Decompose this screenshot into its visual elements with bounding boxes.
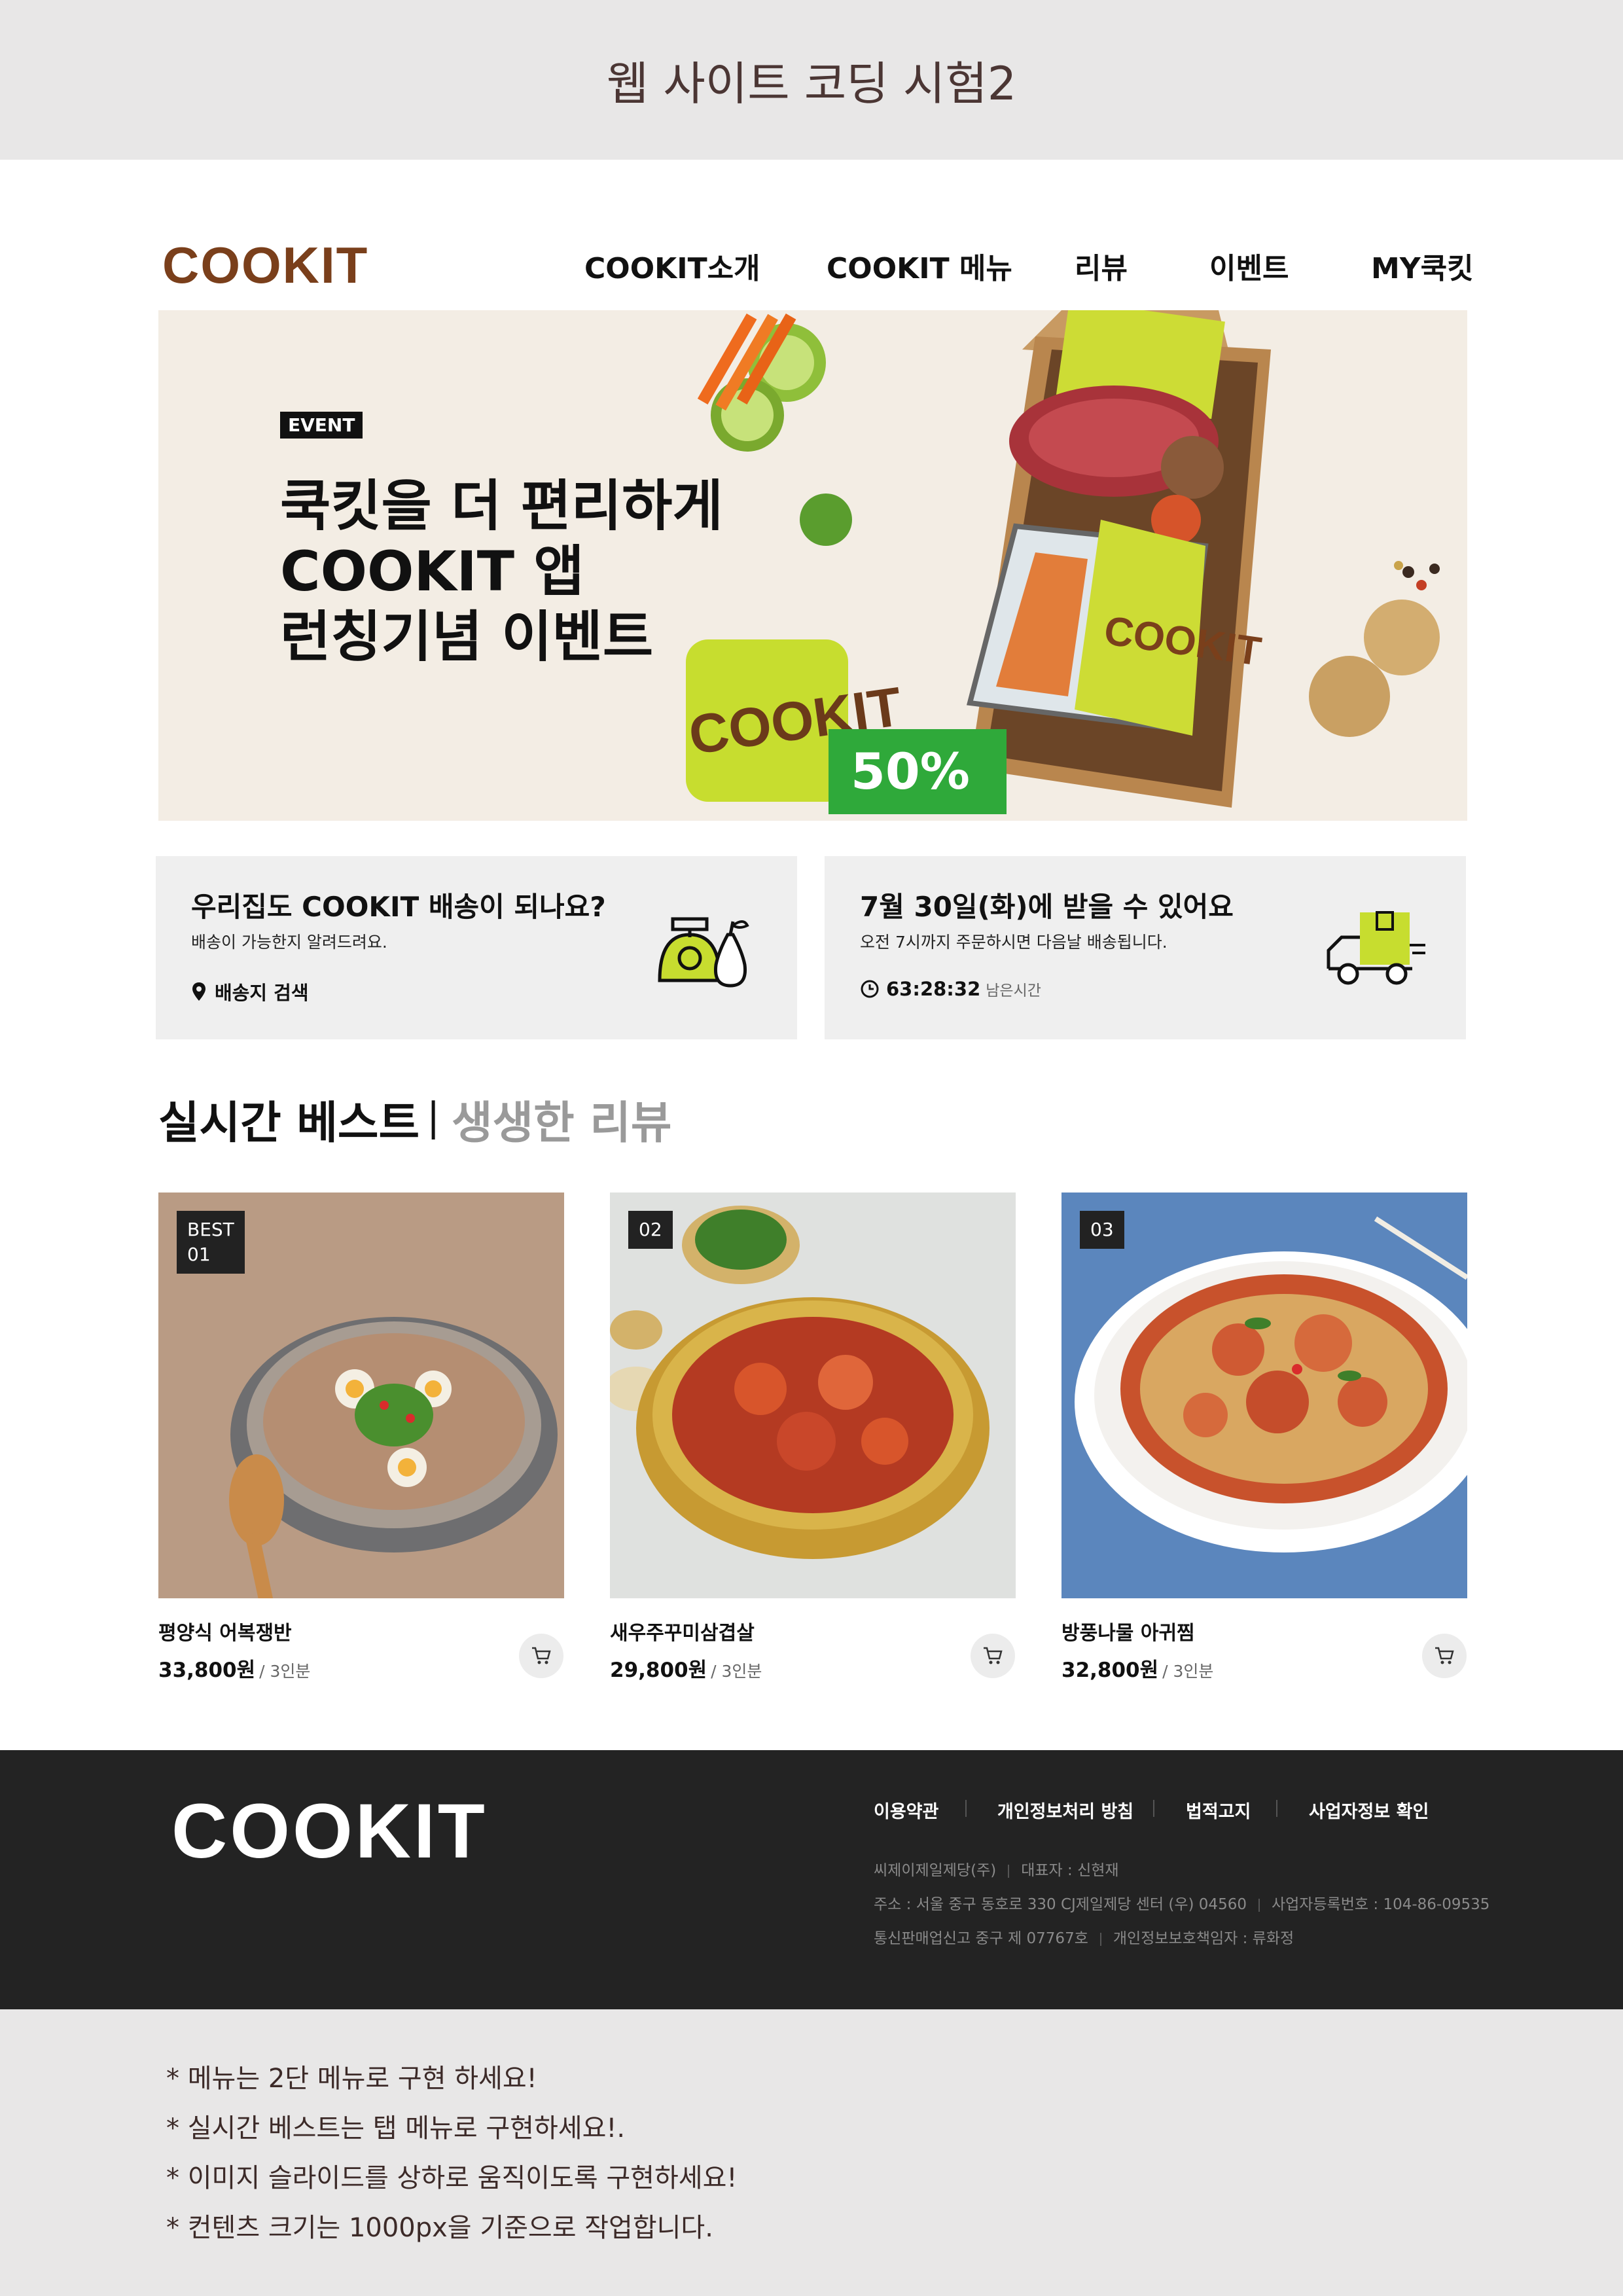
add-to-cart-button-3[interactable] (1422, 1634, 1467, 1678)
header-logo[interactable]: COOKIT (162, 236, 368, 295)
exam-notes: * 메뉴는 2단 메뉴로 구현 하세요! * 실시간 베스트는 탭 메뉴로 구현… (166, 2054, 737, 2253)
note-item: * 실시간 베스트는 탭 메뉴로 구현하세요!. (166, 2113, 626, 2144)
footer-address: 주소 : 서울 중구 동호로 330 CJ제일제당 센터 (우) 04560 (874, 1896, 1247, 1913)
rank-badge-1: BEST 01 (177, 1211, 245, 1274)
address-search-link[interactable]: 배송지 검색 (191, 978, 309, 1005)
cart-icon (532, 1647, 551, 1664)
nav-item-about[interactable]: COOKIT소개 (584, 245, 760, 287)
note-item: * 메뉴는 2단 메뉴로 구현 하세요! (166, 2064, 537, 2094)
delivery-date-subtitle: 오전 7시까지 주문하시면 다음날 배송됩니다. (860, 933, 1168, 952)
add-to-cart-button-1[interactable] (519, 1634, 563, 1678)
countdown-value: 63:28:32 (886, 978, 981, 1000)
footer-link-business-info[interactable]: 사업자정보 확인 (1309, 1797, 1429, 1823)
product-name-2[interactable]: 새우주꾸미삼겹살 (610, 1617, 755, 1645)
footer-ceo: 대표자 : 신현재 (1021, 1862, 1119, 1879)
note-item: * 컨텐츠 크기는 1000px을 기준으로 작업합니다. (166, 2213, 713, 2243)
countdown-label: 남은시간 (986, 982, 1041, 999)
rank-badge-1-line1: BEST (187, 1219, 234, 1240)
product-image-3[interactable]: 03 (1061, 1193, 1467, 1598)
tab-separator: | (427, 1094, 440, 1140)
product-unit-2: / 3인분 (711, 1662, 762, 1681)
discount-badge: 50% (829, 729, 1007, 814)
footer-link-terms[interactable]: 이용약관 (874, 1797, 938, 1823)
nav-item-review[interactable]: 리뷰 (1075, 245, 1128, 287)
product-image-2[interactable]: 02 (610, 1193, 1016, 1598)
clock-icon (861, 980, 879, 998)
delivery-check-title: 우리집도 COOKIT 배송이 되나요? (191, 891, 606, 923)
footer-link-privacy[interactable]: 개인정보처리 방침 (997, 1797, 1133, 1823)
footer-privacy-officer: 개인정보보호책임자 : 류화정 (1113, 1930, 1294, 1947)
product-name-1[interactable]: 평양식 어복쟁반 (158, 1617, 292, 1645)
product-unit-1: / 3인분 (259, 1662, 311, 1681)
nav-item-mycookit[interactable]: MY쿡킷 (1371, 245, 1474, 287)
monkfish-stew-illustration (1075, 1216, 1467, 1552)
product-price-3-value: 32,800원 (1061, 1659, 1159, 1682)
delivery-date-title: 7월 30일(화)에 받을 수 있어요 (860, 891, 1234, 923)
footer-biz-number: 사업자등록번호 : 104-86-09535 (1271, 1896, 1490, 1913)
product-price-1: 33,800원/ 3인분 (158, 1653, 310, 1683)
product-price-1-value: 33,800원 (158, 1659, 256, 1682)
hero-headline-line3: 런칭기념 이벤트 (280, 605, 654, 669)
countdown-timer: 63:28:32 남은시간 (860, 978, 1041, 1000)
tab-realtime-best[interactable]: 실시간 베스트 (158, 1086, 419, 1151)
hero-slide[interactable]: EVENT 쿡킷을 더 편리하게 COOKIT 앱 런칭기념 이벤트 COOKI… (158, 310, 1467, 821)
shrimp-pork-illustration (610, 1206, 990, 1559)
delivery-check-subtitle: 배송이 가능한지 알려드려요. (191, 933, 387, 952)
exam-banner: 웹 사이트 코딩 시험2 (0, 0, 1623, 160)
location-pin-icon (192, 982, 205, 1001)
cart-icon (1435, 1647, 1454, 1664)
tab-live-reviews[interactable]: 생생한 리뷰 (452, 1086, 671, 1151)
footer-link-divider (1153, 1800, 1154, 1817)
event-badge: EVENT (280, 412, 363, 439)
footer-link-divider (1276, 1800, 1277, 1817)
rank-badge-1-line2: 01 (187, 1244, 211, 1265)
delivery-truck-icon (1327, 911, 1425, 985)
exam-title: 웹 사이트 코딩 시험2 (606, 57, 1017, 111)
product-price-3: 32,800원/ 3인분 (1061, 1653, 1213, 1683)
address-search-label: 배송지 검색 (215, 982, 309, 1004)
cart-icon (984, 1647, 1003, 1664)
rank-badge-3: 03 (1080, 1211, 1124, 1249)
footer-company: 씨제이제일제당(주) (874, 1862, 997, 1879)
nav-item-menu[interactable]: COOKIT 메뉴 (827, 245, 1012, 287)
product-unit-3: / 3인분 (1162, 1662, 1214, 1681)
footer-info-line2: 주소 : 서울 중구 동호로 330 CJ제일제당 센터 (우) 04560 사업… (874, 1892, 1489, 1914)
delivery-date-card: 7월 30일(화)에 받을 수 있어요 오전 7시까지 주문하시면 다음날 배송… (825, 856, 1466, 1039)
add-to-cart-button-2[interactable] (971, 1634, 1015, 1678)
delivery-check-card[interactable]: 우리집도 COOKIT 배송이 되나요? 배송이 가능한지 알려드려요. 배송지… (156, 856, 797, 1039)
footer-link-legal[interactable]: 법적고지 (1186, 1797, 1251, 1823)
nav-item-event[interactable]: 이벤트 (1209, 245, 1289, 287)
app-icon: COOKIT (685, 639, 906, 802)
rank-badge-3-line1: 03 (1090, 1219, 1114, 1240)
rank-badge-2: 02 (628, 1211, 673, 1249)
product-image-1[interactable]: BEST 01 (158, 1193, 564, 1598)
rank-badge-2-line1: 02 (639, 1219, 662, 1240)
product-name-3[interactable]: 방풍나물 아귀찜 (1061, 1617, 1195, 1645)
product-price-2: 29,800원/ 3인분 (610, 1653, 762, 1683)
footer-info-line3: 통신판매업신고 중구 제 07767호 개인정보보호책임자 : 류화정 (874, 1926, 1294, 1948)
product-price-2-value: 29,800원 (610, 1659, 707, 1682)
footer-mail-order: 통신판매업신고 중구 제 07767호 (874, 1930, 1088, 1947)
footer-logo[interactable]: COOKIT (171, 1787, 488, 1876)
footer-link-divider (965, 1800, 967, 1817)
scale-pear-icon (658, 917, 749, 988)
footer-info-line1: 씨제이제일제당(주) 대표자 : 신현재 (874, 1857, 1119, 1880)
note-item: * 이미지 슬라이드를 상하로 움직이도록 구현하세요! (166, 2163, 738, 2193)
